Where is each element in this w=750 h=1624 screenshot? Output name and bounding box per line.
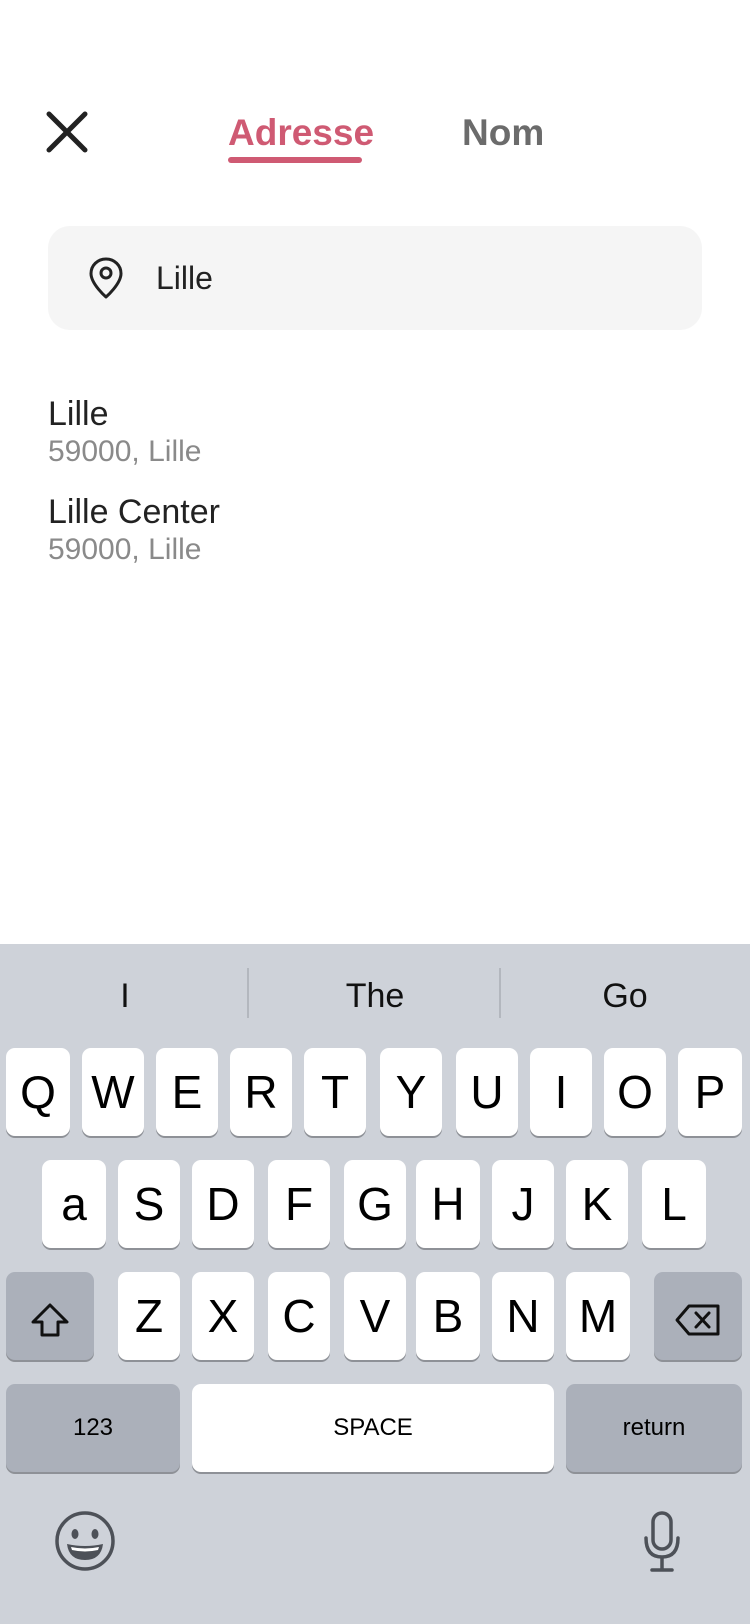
result-subtitle: 59000, Lille xyxy=(48,533,202,566)
key-g[interactable]: G xyxy=(344,1160,406,1248)
map-pin-icon xyxy=(88,257,124,299)
key-i[interactable]: I xyxy=(530,1048,592,1136)
key-j[interactable]: J xyxy=(492,1160,554,1248)
key-b[interactable]: B xyxy=(416,1272,480,1360)
key-t[interactable]: T xyxy=(304,1048,366,1136)
key-x[interactable]: X xyxy=(192,1272,254,1360)
key-f[interactable]: F xyxy=(268,1160,330,1248)
results-list: Lille 59000, Lille Lille Center 59000, L… xyxy=(48,394,702,590)
close-icon xyxy=(46,111,88,153)
address-search-input[interactable] xyxy=(156,248,676,308)
key-e[interactable]: E xyxy=(156,1048,218,1136)
key-q[interactable]: Q xyxy=(6,1048,70,1136)
key-m[interactable]: M xyxy=(566,1272,630,1360)
key-y[interactable]: Y xyxy=(380,1048,442,1136)
shift-icon xyxy=(31,1303,69,1337)
key-d[interactable]: D xyxy=(192,1160,254,1248)
on-screen-keyboard: I The Go Q W E R T Y U I O P a S D F G H… xyxy=(0,944,750,1624)
microphone-icon xyxy=(644,1511,680,1572)
key-v[interactable]: V xyxy=(344,1272,406,1360)
result-title: Lille xyxy=(48,395,109,433)
key-u[interactable]: U xyxy=(456,1048,518,1136)
key-n[interactable]: N xyxy=(492,1272,554,1360)
result-item[interactable]: Lille 59000, Lille xyxy=(48,394,702,492)
key-w[interactable]: W xyxy=(82,1048,144,1136)
result-subtitle: 59000, Lille xyxy=(48,435,202,468)
key-z[interactable]: Z xyxy=(118,1272,180,1360)
key-c[interactable]: C xyxy=(268,1272,330,1360)
key-k[interactable]: K xyxy=(566,1160,628,1248)
tab-nom[interactable]: Nom xyxy=(462,108,544,158)
suggestion-2[interactable]: The xyxy=(250,968,500,1024)
tab-adresse[interactable]: Adresse xyxy=(228,108,374,158)
address-search-box[interactable] xyxy=(48,226,702,330)
key-s[interactable]: S xyxy=(118,1160,180,1248)
emoji-icon xyxy=(55,1511,115,1571)
emoji-button[interactable] xyxy=(54,1510,116,1572)
suggestion-3[interactable]: Go xyxy=(500,968,750,1024)
delete-key[interactable] xyxy=(654,1272,742,1360)
suggestion-divider xyxy=(247,968,249,1018)
microphone-button[interactable] xyxy=(642,1510,682,1574)
key-h[interactable]: H xyxy=(416,1160,480,1248)
key-r[interactable]: R xyxy=(230,1048,292,1136)
backspace-icon xyxy=(675,1304,720,1336)
key-o[interactable]: O xyxy=(604,1048,666,1136)
return-key[interactable]: return xyxy=(566,1384,742,1472)
close-button[interactable] xyxy=(44,109,90,155)
key-p[interactable]: P xyxy=(678,1048,742,1136)
suggestion-1[interactable]: I xyxy=(0,968,250,1024)
key-l[interactable]: L xyxy=(642,1160,706,1248)
numbers-key[interactable]: 123 xyxy=(6,1384,180,1472)
active-tab-indicator xyxy=(228,157,362,163)
result-title: Lille Center xyxy=(48,493,220,531)
key-a[interactable]: a xyxy=(42,1160,106,1248)
space-key[interactable]: SPACE xyxy=(192,1384,554,1472)
shift-key[interactable] xyxy=(6,1272,94,1360)
result-item[interactable]: Lille Center 59000, Lille xyxy=(48,492,702,590)
